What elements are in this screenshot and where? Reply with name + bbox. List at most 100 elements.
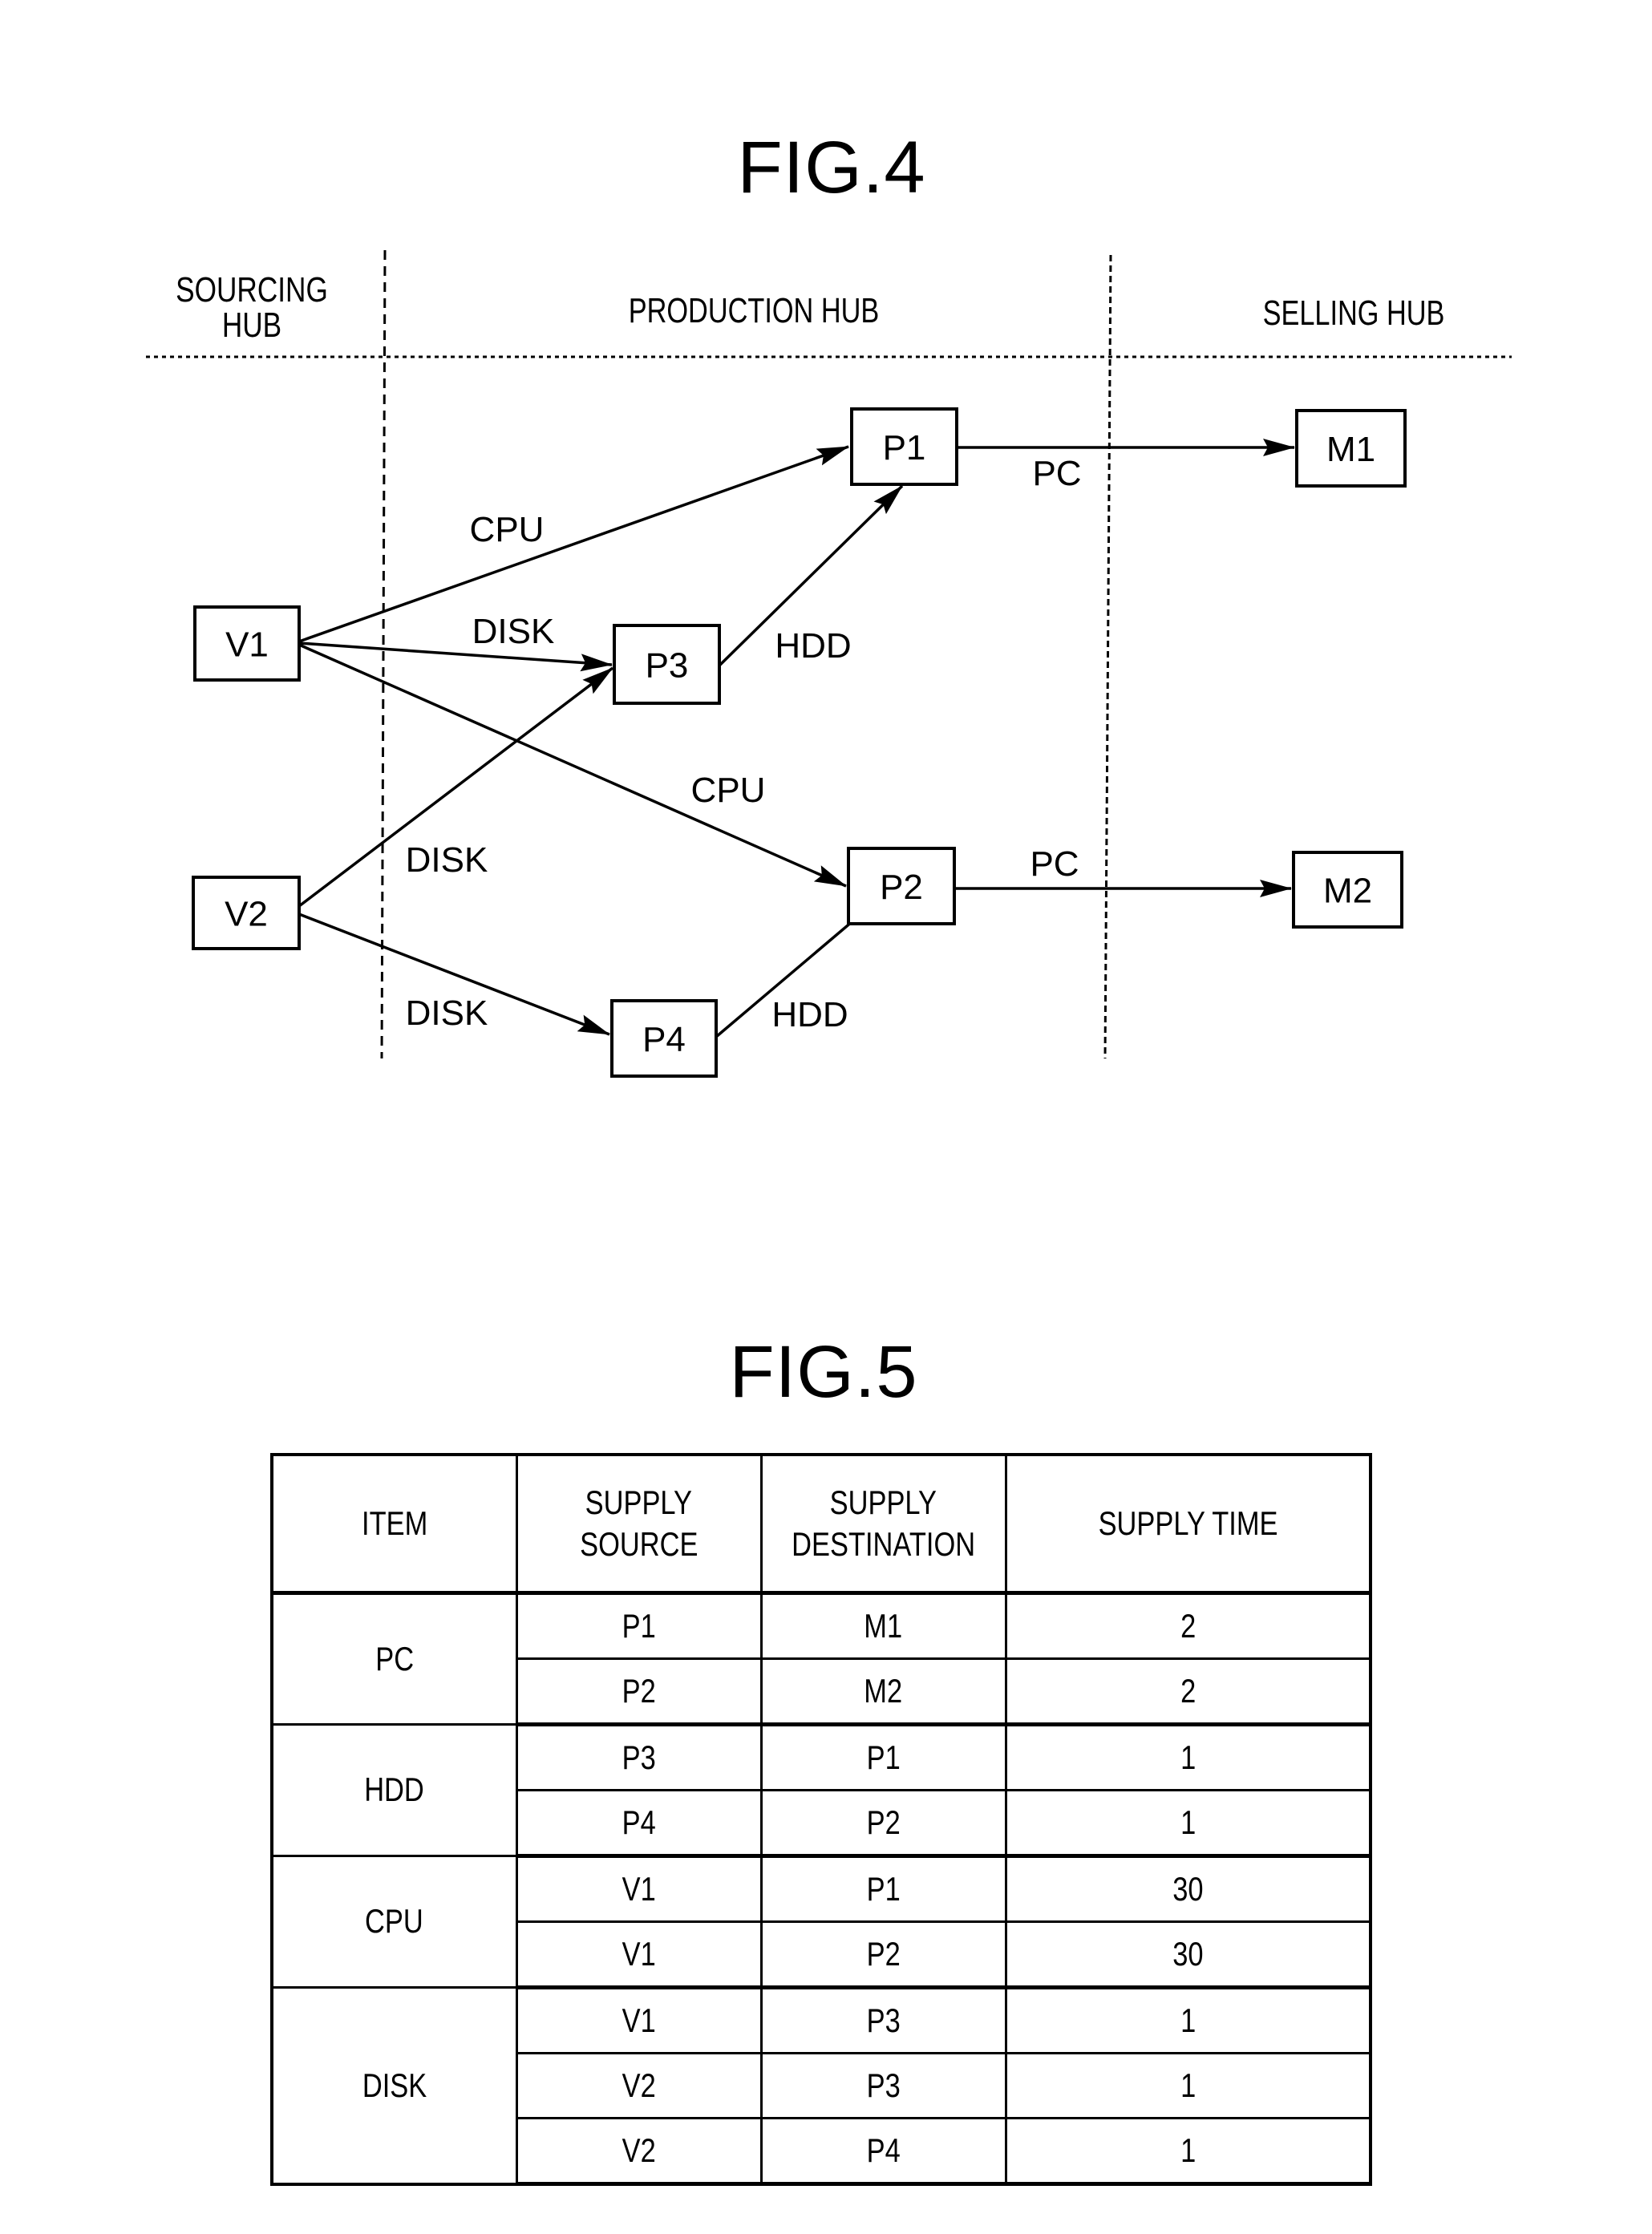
cell-source-text: P1 [622, 1606, 656, 1645]
hub-label-sourcing-line1: SOURCING [176, 270, 328, 310]
edge-label-v1-p3: DISK [472, 612, 555, 651]
header-supply-destination: SUPPLY DESTINATION [759, 1453, 1007, 1595]
cell-destination: P1 [759, 1855, 1007, 1923]
cell-time-text: 1 [1180, 1803, 1196, 1841]
header-item-text: ITEM [361, 1503, 427, 1542]
cell-destination: P1 [759, 1723, 1007, 1791]
hub-label-sourcing: SOURCING [176, 270, 328, 310]
node-p2: P2 [847, 847, 956, 925]
cell-source-text: V1 [622, 1934, 656, 1973]
cell-time: 1 [1004, 2052, 1372, 2119]
node-m2: M2 [1292, 851, 1403, 929]
hub-label-sourcing-2: HUB [222, 306, 281, 345]
cell-destination: P3 [759, 1986, 1007, 2054]
table-body: PC P1 M1 2 P2 M2 2 HDD P3 P1 1 P4 P2 1 CPU V1 P1 30 V1 P2 30… [270, 1592, 1372, 2186]
edge-label-v1-p2: CPU [691, 771, 766, 810]
edge-label-p2-m2: PC [1030, 844, 1079, 884]
cell-destination: P2 [759, 1789, 1007, 1858]
cell-destination-text: M1 [864, 1606, 903, 1645]
cell-destination-text: P3 [866, 2001, 901, 2039]
cell-time-text: 1 [1180, 2001, 1196, 2039]
fig5-title: FIG.5 [729, 1331, 918, 1413]
cell-destination-text: P3 [866, 2066, 901, 2104]
edge-label-p4-p2: HDD [771, 995, 848, 1034]
node-label: P3 [646, 646, 689, 686]
cell-item: DISK [270, 1986, 518, 2185]
cell-destination: M1 [759, 1592, 1007, 1660]
node-p1: P1 [850, 407, 958, 486]
cell-source-text: V2 [622, 2066, 656, 2104]
cell-source: V1 [515, 1920, 763, 1989]
node-label: P4 [642, 1020, 686, 1059]
table-row: PC P1 M1 2 [270, 1592, 1372, 1726]
edge-label-p3-p1: HDD [775, 626, 851, 666]
edge-v1-p1 [298, 445, 849, 643]
cell-source: V1 [515, 1855, 763, 1923]
cell-destination: M2 [759, 1657, 1007, 1726]
table-row: DISK V1 P3 1 [270, 1986, 1372, 2185]
cell-item: CPU [270, 1855, 518, 1989]
cell-item: PC [270, 1592, 518, 1726]
cell-time: 2 [1004, 1592, 1372, 1660]
hub-label-sourcing-line2: HUB [222, 306, 281, 345]
supply-time-table: ITEM SUPPLY SOURCE SUPPLY DESTINATION SUPP… [270, 1453, 1372, 2186]
header-item: ITEM [270, 1453, 518, 1595]
cell-source: V2 [515, 2052, 763, 2119]
hub-divider-production-selling [1103, 254, 1112, 1059]
edge-label-v1-p1: CPU [470, 510, 545, 549]
edge-label-v2-p3: DISK [406, 840, 488, 880]
cell-time-text: 1 [1180, 2066, 1196, 2104]
node-label: M2 [1323, 872, 1372, 911]
edge-label-v2-p4: DISK [406, 994, 488, 1033]
cell-source: P1 [515, 1592, 763, 1660]
hub-divider-sourcing-production [380, 249, 387, 1059]
cell-destination-text: P1 [866, 1738, 901, 1776]
cell-destination-text: P2 [866, 1803, 901, 1841]
hub-label-selling: SELLING HUB [1263, 293, 1445, 333]
cell-time-text: 2 [1180, 1671, 1196, 1710]
edge-v1-p2 [298, 643, 847, 888]
node-label: M1 [1326, 430, 1375, 469]
cell-source: P4 [515, 1789, 763, 1858]
table-header-row: ITEM SUPPLY SOURCE SUPPLY DESTINATION SUPP… [270, 1453, 1372, 1595]
cell-source-text: V2 [622, 2131, 656, 2169]
cell-item-text: DISK [362, 2066, 427, 2104]
node-label: V1 [225, 625, 269, 665]
cell-destination-text: P4 [866, 2131, 901, 2169]
cell-source-text: P3 [622, 1738, 656, 1776]
cell-time: 30 [1004, 1920, 1372, 1989]
header-supply-source: SUPPLY SOURCE [515, 1453, 763, 1595]
cell-time-text: 30 [1172, 1934, 1204, 1973]
header-destination-line2: DESTINATION [792, 1525, 975, 1563]
cell-source-text: V1 [622, 1869, 656, 1908]
cell-time-text: 2 [1180, 1606, 1196, 1645]
cell-destination-text: P2 [866, 1934, 901, 1973]
cell-source: V1 [515, 1986, 763, 2054]
table-row: HDD P3 P1 1 [270, 1723, 1372, 1857]
cell-source: P3 [515, 1723, 763, 1791]
cell-time: 1 [1004, 1723, 1372, 1791]
cell-destination: P4 [759, 2117, 1007, 2186]
node-p4: P4 [610, 999, 718, 1078]
cell-source-text: P2 [622, 1671, 656, 1710]
edge-v1-p3 [298, 641, 613, 672]
cell-item-text: HDD [364, 1771, 425, 1809]
table-row: CPU V1 P1 30 [270, 1855, 1372, 1989]
node-label: V2 [225, 895, 268, 934]
edge-label-p1-m1: PC [1032, 454, 1081, 493]
cell-item-text: CPU [365, 1902, 424, 1941]
cell-time: 1 [1004, 2117, 1372, 2186]
cell-time: 2 [1004, 1657, 1372, 1726]
cell-source: P2 [515, 1657, 763, 1726]
cell-destination-text: M2 [864, 1671, 903, 1710]
supply-network-diagram: SOURCING HUB PRODUCTION HUB SELLING HUB … [146, 249, 1512, 1078]
cell-item-text: PC [375, 1639, 414, 1678]
cell-source-text: P4 [622, 1803, 656, 1841]
cell-time: 1 [1004, 1986, 1372, 2054]
cell-destination-text: P1 [866, 1869, 901, 1908]
cell-destination: P2 [759, 1920, 1007, 1989]
header-supply-time: SUPPLY TIME [1004, 1453, 1372, 1595]
cell-source: V2 [515, 2117, 763, 2186]
header-time-text: SUPPLY TIME [1098, 1503, 1278, 1542]
hub-label-production: PRODUCTION HUB [629, 291, 880, 330]
